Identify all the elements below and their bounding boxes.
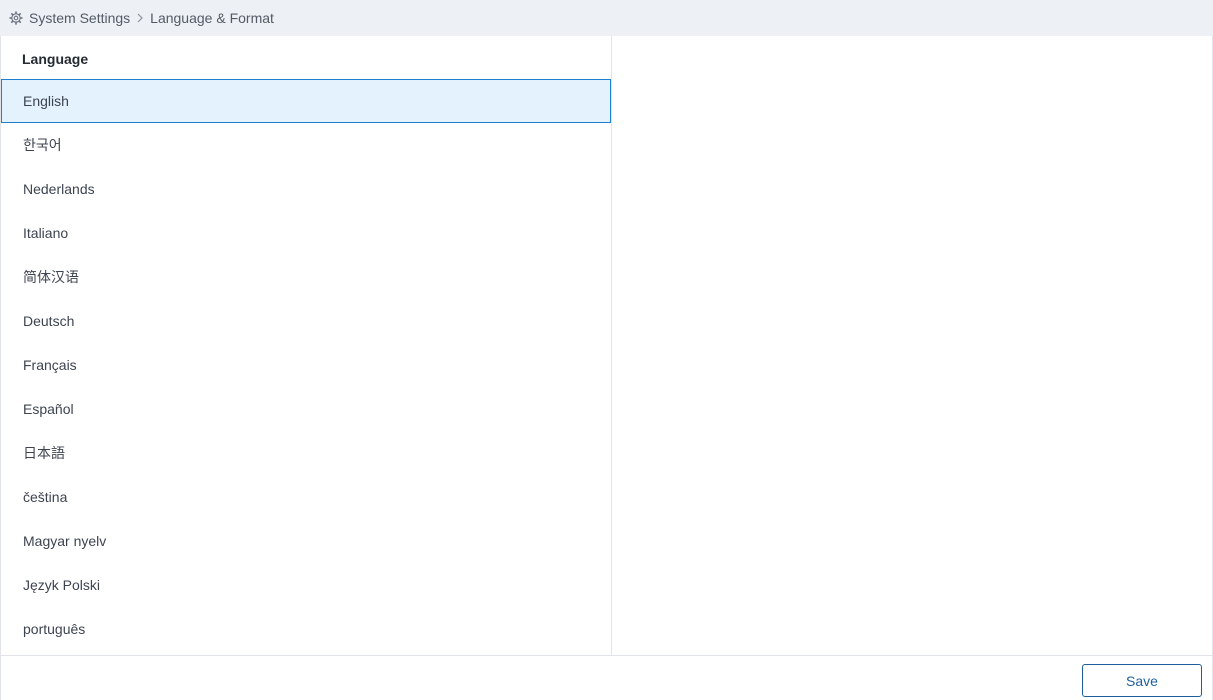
language-option-polish[interactable]: Język Polski xyxy=(1,563,611,607)
breadcrumb-system-settings[interactable]: System Settings xyxy=(29,10,130,26)
breadcrumb: System Settings Language & Format xyxy=(0,0,1213,36)
language-panel: Language English 한국어 Nederlands Italiano… xyxy=(1,36,612,655)
gear-icon xyxy=(9,11,23,25)
language-option-spanish[interactable]: Español xyxy=(1,387,611,431)
language-option-japanese[interactable]: 日本語 xyxy=(1,431,611,475)
language-option-czech[interactable]: čeština xyxy=(1,475,611,519)
save-button[interactable]: Save xyxy=(1082,664,1202,697)
language-option-german[interactable]: Deutsch xyxy=(1,299,611,343)
language-option-portuguese[interactable]: português xyxy=(1,607,611,651)
language-list: English 한국어 Nederlands Italiano 简体汉语 Deu… xyxy=(1,79,611,651)
language-option-dutch[interactable]: Nederlands xyxy=(1,167,611,211)
language-option-french[interactable]: Français xyxy=(1,343,611,387)
chevron-right-icon xyxy=(134,12,146,24)
main-content: Language English 한국어 Nederlands Italiano… xyxy=(0,36,1213,655)
language-option-hungarian[interactable]: Magyar nyelv xyxy=(1,519,611,563)
language-option-korean[interactable]: 한국어 xyxy=(1,123,611,167)
footer-bar: Save xyxy=(0,655,1213,700)
language-option-english[interactable]: English xyxy=(1,79,611,123)
language-option-italian[interactable]: Italiano xyxy=(1,211,611,255)
language-option-simplified-chinese[interactable]: 简体汉语 xyxy=(1,255,611,299)
breadcrumb-language-format: Language & Format xyxy=(150,10,274,26)
panel-title: Language xyxy=(22,51,89,67)
